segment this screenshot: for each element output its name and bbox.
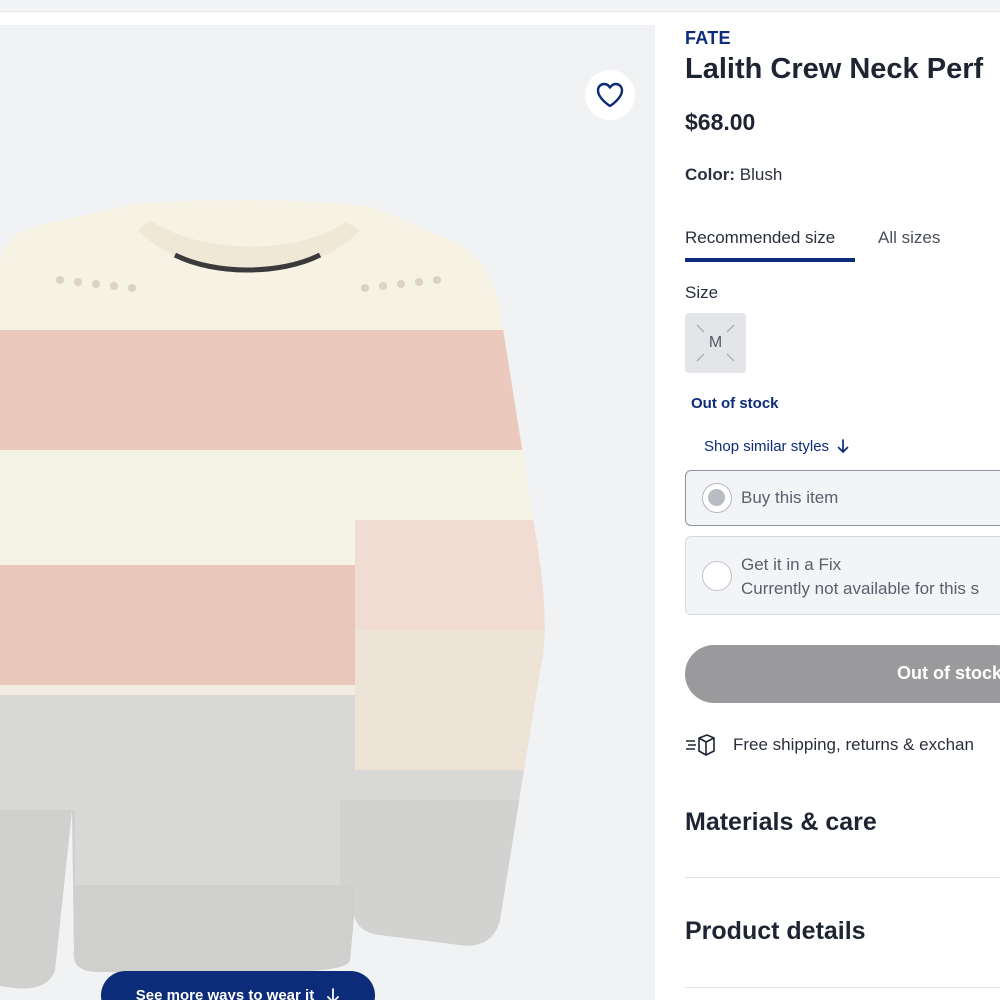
see-more-ways-button[interactable]: See more ways to wear it xyxy=(101,971,375,1000)
top-bar xyxy=(0,0,1000,12)
product-title: Lalith Crew Neck Perf xyxy=(685,53,984,85)
size-option-m[interactable]: M xyxy=(685,313,746,373)
materials-care-section[interactable]: Materials & care xyxy=(685,808,877,837)
arrow-down-icon xyxy=(837,439,849,453)
shipping-box-icon xyxy=(686,734,715,756)
active-tab-indicator xyxy=(685,258,855,262)
divider xyxy=(685,987,1000,988)
buy-option-label: Buy this item xyxy=(741,488,839,507)
size-label: Size xyxy=(685,283,719,302)
product-details-panel: FATE Lalith Crew Neck Perf $68.00 Color:… xyxy=(685,25,1000,1000)
shipping-text: Free shipping, returns & exchan xyxy=(733,735,974,754)
brand-link[interactable]: FATE xyxy=(685,28,731,49)
cta-label: Out of stock xyxy=(897,663,1000,683)
tab-label: All sizes xyxy=(878,228,941,247)
add-to-bag-button-disabled[interactable]: Out of stock xyxy=(685,645,1000,703)
radio-selected[interactable] xyxy=(702,483,732,513)
tab-label: Recommended size xyxy=(685,228,836,247)
favorite-button[interactable] xyxy=(585,70,635,120)
product-price: $68.00 xyxy=(685,109,756,135)
get-it-in-a-fix-option[interactable]: Get it in a Fix Currently not available … xyxy=(685,536,1000,615)
shipping-info: Free shipping, returns & exchan xyxy=(685,733,974,757)
product-image-gallery: See more ways to wear it xyxy=(0,25,655,1000)
radio-unselected[interactable] xyxy=(702,561,732,591)
product-image xyxy=(0,200,545,989)
tab-recommended-size[interactable]: Recommended size xyxy=(685,228,855,262)
fix-option-label: Get it in a Fix xyxy=(741,555,842,574)
shop-similar-link[interactable]: Shop similar styles xyxy=(704,438,849,455)
arrow-down-icon xyxy=(327,987,340,1000)
see-more-label: See more ways to wear it xyxy=(135,987,315,1000)
color-value: Blush xyxy=(739,165,783,184)
color-selection: Color: Blush xyxy=(685,165,782,185)
size-option-label: M xyxy=(708,334,723,351)
tab-all-sizes[interactable]: All sizes xyxy=(878,228,940,248)
divider xyxy=(685,877,1000,878)
shop-similar-label: Shop similar styles xyxy=(704,438,830,455)
buy-this-item-option[interactable]: Buy this item xyxy=(685,470,1000,526)
fix-option-note: Currently not available for this s xyxy=(741,579,980,598)
stock-status: Out of stock xyxy=(691,395,779,412)
fix-option-text: Get it in a Fix Currently not available … xyxy=(741,553,979,601)
color-label: Color: xyxy=(685,165,736,184)
size-tabs: Recommended size All sizes xyxy=(685,228,1000,268)
product-details-section[interactable]: Product details xyxy=(685,917,866,946)
heart-outline-icon xyxy=(596,82,624,108)
